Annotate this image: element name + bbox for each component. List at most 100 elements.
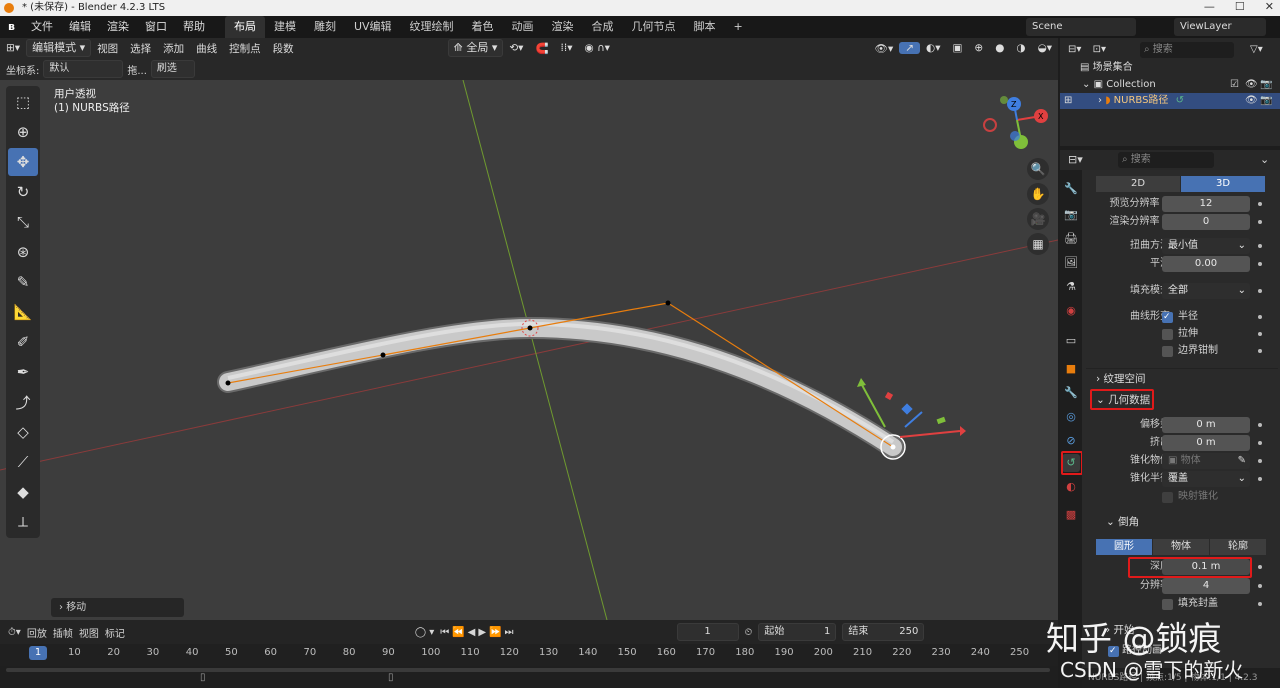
shading-rendered-icon[interactable]: ◒▾ <box>1032 42 1058 54</box>
overlay-icon[interactable]: ◐▾ <box>920 42 946 54</box>
bevel-round-button[interactable]: 圆形 <box>1096 539 1152 555</box>
xray-icon[interactable]: ▣ <box>946 42 968 54</box>
last-operator-panel[interactable]: › 移动 <box>51 598 184 617</box>
navigation-gizmo[interactable]: X Z <box>980 92 1050 154</box>
radius-checkbox[interactable] <box>1162 308 1173 326</box>
close-button[interactable]: ✕ <box>1265 0 1274 16</box>
menu-curve[interactable]: 曲线 <box>190 41 223 56</box>
outliner-row-collection[interactable]: ⌄ ▣ Collection ☑ 👁 📷 <box>1060 77 1280 93</box>
menu-select[interactable]: 选择 <box>124 41 157 56</box>
extrude-tool-icon[interactable]: ⤴ <box>8 388 38 416</box>
shading-material-icon[interactable]: ◑ <box>1010 42 1031 54</box>
maximize-button[interactable]: ☐ <box>1235 0 1245 16</box>
timeline-ruler[interactable]: 1 10 20 30 40 50 60 70 80 90 100 110 120 130 140 150 16… <box>0 644 1058 666</box>
viewlayer-selector[interactable]: ViewLayer <box>1174 18 1266 36</box>
eye-icon[interactable]: 👁 <box>1245 77 1258 93</box>
add-workspace-button[interactable]: + <box>725 16 752 38</box>
workspace-tab-rendering[interactable]: 渲染 <box>543 16 583 38</box>
end-frame-field[interactable]: 结束 250 <box>842 623 925 641</box>
scene-tab-icon[interactable]: ⚗ <box>1062 278 1080 296</box>
properties-editor-icon[interactable]: ⊟▾ <box>1068 153 1083 166</box>
cursor-tool-icon[interactable]: ⊕ <box>8 118 38 146</box>
handle-icon[interactable]: ▯ <box>200 672 206 683</box>
handle-icon[interactable]: ▯ <box>388 672 394 683</box>
chevron-down-icon[interactable]: ⌄ <box>1260 153 1269 166</box>
gizmo-toggle-icon[interactable]: ↗ <box>899 42 921 54</box>
menu-file[interactable]: 文件 <box>23 16 61 38</box>
render-resolution-field[interactable]: 0 <box>1162 214 1250 230</box>
extrude-field[interactable]: 0 m <box>1162 435 1250 451</box>
render-tab-icon[interactable]: 📷 <box>1062 206 1080 224</box>
radius-tool-icon[interactable]: ◇ <box>8 418 38 446</box>
timeline-editor-icon[interactable]: ⏱▾ <box>8 627 21 638</box>
bevel-resolution-field[interactable]: 4 <box>1162 578 1250 594</box>
workspace-tab-modeling[interactable]: 建模 <box>265 16 305 38</box>
mode-selector[interactable]: 编辑模式 ▾ <box>26 39 92 57</box>
rotate-tool-icon[interactable]: ↻ <box>8 178 38 206</box>
bounds-clamp-checkbox[interactable] <box>1162 346 1173 357</box>
pan-hand-icon[interactable]: ✋ <box>1027 183 1049 205</box>
filter-icon[interactable]: ▽▾ <box>1250 40 1263 60</box>
view-layer-tab-icon[interactable]: 🖼 <box>1062 254 1080 272</box>
menu-playback[interactable]: 回放 <box>27 625 47 640</box>
workspace-tab-shading[interactable]: 着色 <box>463 16 503 38</box>
pen-tool-icon[interactable]: ✒ <box>8 358 38 386</box>
map-taper-checkbox[interactable] <box>1162 492 1173 503</box>
pivot-icon[interactable]: ⟲▾ <box>503 42 529 54</box>
workspace-tab-uv[interactable]: UV编辑 <box>345 16 401 38</box>
perspective-grid-icon[interactable]: ▦ <box>1027 233 1049 255</box>
workspace-tab-sculpting[interactable]: 雕刻 <box>305 16 345 38</box>
transform-orientation-dropdown[interactable]: ⟰ 全局 ▾ <box>447 39 504 57</box>
bevel-section[interactable]: ⌄ 倒角 <box>1086 512 1278 532</box>
outliner-editor-icon[interactable]: ⊟▾ <box>1068 44 1081 55</box>
proportional-edit-icon[interactable]: ◉ ∩▾ <box>578 42 615 54</box>
dimensions-2d-button[interactable]: 2D <box>1096 176 1180 192</box>
eyedropper-icon[interactable]: ✎ <box>1238 453 1246 469</box>
modifier-tab-icon[interactable]: 🔧 <box>1062 384 1080 402</box>
menu-edit[interactable]: 编辑 <box>61 16 99 38</box>
shading-wire-icon[interactable]: ⊕ <box>968 42 989 54</box>
world-tab-icon[interactable]: ◉ <box>1062 302 1080 320</box>
select-tool-icon[interactable]: ⬚ <box>8 88 38 116</box>
properties-search-input[interactable]: ⌕ 搜索 <box>1118 152 1214 168</box>
fill-caps-checkbox[interactable] <box>1162 599 1173 610</box>
menu-render[interactable]: 渲染 <box>99 16 137 38</box>
workspace-tab-animation[interactable]: 动画 <box>503 16 543 38</box>
3d-viewport[interactable] <box>0 80 1058 620</box>
menu-help[interactable]: 帮助 <box>175 16 213 38</box>
bevel-object-button[interactable]: 物体 <box>1153 539 1209 555</box>
material-tab-icon[interactable]: ◐ <box>1062 478 1080 496</box>
bevel-profile-button[interactable]: 轮廓 <box>1210 539 1266 555</box>
annotate-tool-icon[interactable]: ✎ <box>8 268 38 296</box>
measure-tool-icon[interactable]: 📐 <box>8 298 38 326</box>
drag-dropdown[interactable]: 刷选 <box>150 60 195 78</box>
record-icon[interactable]: ◯ ▾ <box>415 627 434 638</box>
preview-resolution-field[interactable]: 12 <box>1162 196 1250 212</box>
snap-icon[interactable]: 🧲 <box>529 42 554 55</box>
scale-tool-icon[interactable]: ⤡ <box>8 208 38 236</box>
chevron-down-icon[interactable]: ⌄ <box>1082 79 1090 90</box>
menu-markers[interactable]: 标记 <box>105 625 125 640</box>
display-mode-icon[interactable]: ⊡▾ <box>1093 44 1106 55</box>
include-checkbox[interactable]: ☑ <box>1230 77 1239 93</box>
collection-tab-icon[interactable]: ▭ <box>1062 332 1080 350</box>
menu-add[interactable]: 添加 <box>157 41 190 56</box>
menu-view[interactable]: 视图 <box>91 41 124 56</box>
coord-system-dropdown[interactable]: 默认 <box>43 60 124 78</box>
offset-field[interactable]: 0 m <box>1162 417 1250 433</box>
eye-icon[interactable]: 👁 <box>1245 93 1258 109</box>
taper-radius-dropdown[interactable]: 覆盖 ⌄ <box>1162 471 1250 487</box>
menu-timeline-view[interactable]: 视图 <box>79 625 99 640</box>
workspace-tab-layout[interactable]: 布局 <box>224 16 265 38</box>
scene-selector[interactable]: Scene <box>1026 18 1136 36</box>
current-frame-marker[interactable]: 1 <box>29 646 47 660</box>
stretch-checkbox[interactable] <box>1162 329 1173 340</box>
visibility-icon[interactable]: 👁▾ <box>869 42 900 55</box>
menu-segments[interactable]: 段数 <box>267 41 300 56</box>
tilt-tool-icon[interactable]: ⟋ <box>8 448 38 476</box>
randomize-tool-icon[interactable]: ◆ <box>8 478 38 506</box>
shear-tool-icon[interactable]: ⟂ <box>8 508 38 536</box>
menu-window[interactable]: 窗口 <box>137 16 175 38</box>
dimensions-3d-button[interactable]: 3D <box>1181 176 1265 192</box>
shading-solid-icon[interactable]: ● <box>989 42 1010 54</box>
